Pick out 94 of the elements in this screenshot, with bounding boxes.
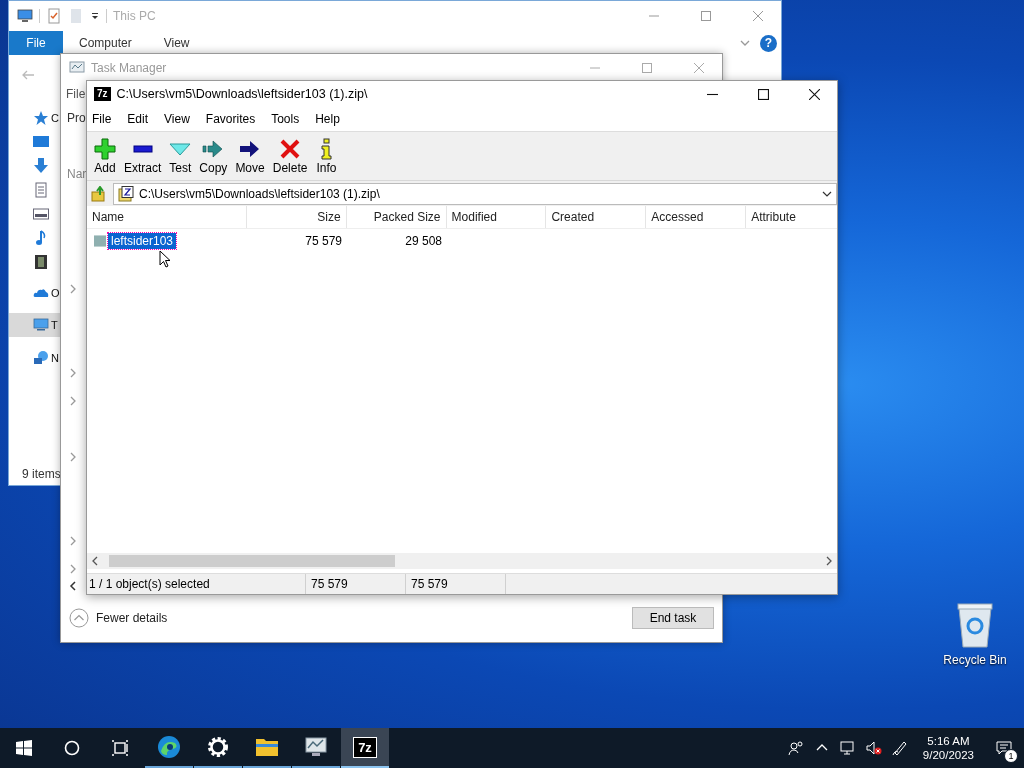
- window-title: Task Manager: [91, 60, 167, 75]
- people-icon[interactable]: [787, 740, 804, 756]
- nav-item[interactable]: O: [9, 281, 61, 305]
- menu-item[interactable]: Favorites: [204, 112, 257, 126]
- status-text: 75 579: [306, 574, 406, 594]
- network-icon: [33, 350, 49, 366]
- status-text: 1 / 1 object(s) selected: [87, 574, 306, 594]
- file-name[interactable]: leftsider103: [108, 233, 177, 249]
- chevron-right-icon[interactable]: [69, 284, 77, 294]
- nav-label: C: [51, 112, 59, 124]
- tab[interactable]: Pro: [67, 111, 86, 125]
- monitor-chart-icon: [304, 735, 328, 759]
- app-logo: 7z: [94, 87, 111, 101]
- mouse-cursor-icon: [159, 250, 171, 268]
- notification-badge: 1: [1004, 749, 1018, 763]
- scrollbar-thumb[interactable]: [109, 555, 395, 567]
- scroll-left-icon[interactable]: [69, 581, 77, 591]
- delete-x-icon: [279, 137, 302, 160]
- table-cell-text: 29 508: [404, 234, 443, 248]
- nav-item[interactable]: N: [9, 346, 61, 370]
- nav-item[interactable]: T: [9, 313, 61, 337]
- scroll-left-icon[interactable]: [91, 556, 99, 566]
- column-header[interactable]: Name: [87, 206, 247, 228]
- toolbar-button[interactable]: Info: [311, 137, 342, 175]
- menu-item[interactable]: View: [163, 112, 191, 126]
- toolbar-button[interactable]: Test: [165, 137, 196, 175]
- table-cell-text: 75 579: [304, 234, 343, 248]
- monitor-chart-icon: [69, 59, 85, 76]
- nav-item[interactable]: C: [9, 106, 61, 130]
- chevron-right-icon[interactable]: [69, 564, 77, 574]
- task-view-icon: [112, 740, 128, 756]
- column-header[interactable]: Attribute: [746, 206, 838, 228]
- nav-label: O: [51, 287, 60, 299]
- plus-icon: [94, 137, 116, 160]
- column-header[interactable]: Created: [546, 206, 647, 228]
- scroll-right-icon[interactable]: [825, 556, 833, 566]
- column-header[interactable]: Size: [246, 206, 347, 228]
- document-icon: [33, 182, 49, 198]
- column-header[interactable]: Accessed: [646, 206, 747, 228]
- computer-icon: [33, 317, 49, 333]
- chevron-right-icon[interactable]: [69, 368, 77, 378]
- maximize-icon[interactable]: [758, 88, 769, 100]
- desktop-icon: [33, 134, 49, 150]
- chevron-right-icon[interactable]: [69, 536, 77, 546]
- dropdown-icon[interactable]: [90, 11, 100, 21]
- settings-icon: [206, 735, 230, 759]
- film-icon: [33, 254, 49, 270]
- swirl-icon: [157, 735, 181, 759]
- status-text: 75 579: [406, 574, 506, 594]
- folder-up-icon[interactable]: [91, 185, 107, 202]
- taskbar-app[interactable]: 7z: [341, 728, 389, 768]
- chevron-right-icon[interactable]: [69, 396, 77, 406]
- horizontal-scrollbar[interactable]: [87, 553, 837, 569]
- volume-muted-icon[interactable]: [865, 740, 882, 756]
- search-icon: [64, 740, 80, 756]
- desktop-icon-label[interactable]: Recycle Bin: [943, 653, 1007, 667]
- nav-label: N: [51, 352, 59, 364]
- help-icon[interactable]: ?: [760, 34, 777, 52]
- menu-item[interactable]: Help: [314, 112, 341, 126]
- column-header[interactable]: Nar: [67, 167, 87, 181]
- menu-item[interactable]: File: [66, 87, 86, 101]
- end-task-button[interactable]: End task: [632, 607, 714, 629]
- clock[interactable]: 5:16 AM 9/20/2023: [922, 728, 974, 768]
- toolbar-button[interactable]: Move: [231, 137, 269, 175]
- star-icon: [33, 110, 49, 126]
- down-arrow-icon: [33, 158, 49, 174]
- arrow-right-icon: [202, 137, 225, 160]
- fewer-details-link[interactable]: Fewer details: [96, 611, 168, 625]
- windows-logo-icon: [16, 740, 32, 756]
- computer-icon[interactable]: [17, 8, 33, 24]
- status-text: 9 items: [22, 467, 61, 481]
- window-title: C:\Users\vm5\Downloads\leftsider103 (1).zip\: [116, 87, 368, 101]
- folder-icon: [94, 234, 107, 248]
- recycle-bin-icon[interactable]: [955, 602, 995, 648]
- pen-icon[interactable]: [891, 740, 908, 756]
- ribbon-tab[interactable]: File: [9, 31, 63, 55]
- nav-label: T: [51, 319, 58, 331]
- menu-item[interactable]: File: [91, 112, 113, 126]
- chevron-right-icon[interactable]: [69, 452, 77, 462]
- toolbar-button[interactable]: Delete: [268, 137, 312, 175]
- zip-file-icon: [118, 185, 134, 202]
- column-header[interactable]: Modified: [446, 206, 547, 228]
- toolbar-button[interactable]: Add: [90, 137, 120, 175]
- close-icon[interactable]: [809, 88, 820, 100]
- menu-item[interactable]: Edit: [126, 112, 150, 126]
- menu-item[interactable]: Tools: [270, 112, 301, 126]
- toolbar-button[interactable]: Extract: [120, 137, 166, 175]
- address-field[interactable]: C:\Users\vm5\Downloads\leftsider103 (1).zip\: [113, 182, 837, 205]
- window-title: This PC: [113, 9, 156, 23]
- toolbar-button[interactable]: Copy: [195, 137, 232, 175]
- column-header[interactable]: Packed Size: [346, 206, 447, 228]
- properties-icon[interactable]: [46, 8, 62, 24]
- image-icon: [33, 206, 49, 222]
- network-icon[interactable]: [839, 740, 856, 756]
